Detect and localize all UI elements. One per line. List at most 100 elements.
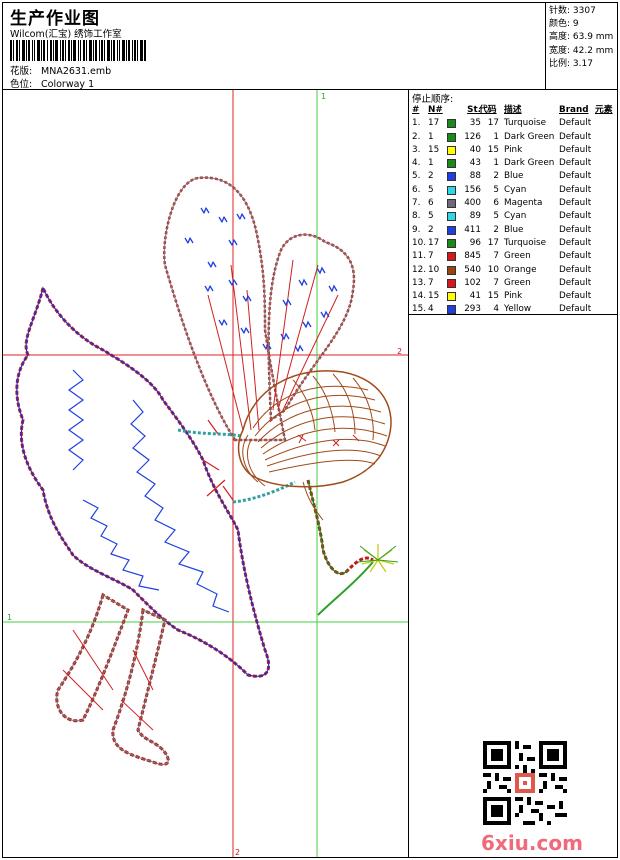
row-idx: 5. [412,171,421,182]
design-scale: 比例: 3.17 [549,58,593,69]
table-row: 14. 15 41 15 Pink Default [409,290,617,303]
row-idx: 12. [412,264,426,275]
row-description: Blue [504,171,524,182]
table-row: 13. 7 102 7 Green Default [409,277,617,290]
row-needle: 10 [428,264,440,275]
barcode-icon [10,40,146,61]
row-idx: 4. [412,158,421,169]
row-code: 10 [487,264,499,275]
table-row: 9. 2 411 2 Blue Default [409,224,617,237]
col-header-element: 元素 [595,105,613,115]
row-description: Green [504,251,531,262]
row-description: Pink [504,291,523,302]
color-swatch [447,119,456,129]
col-header-brand: Brand [559,105,589,115]
color-swatch [447,132,456,142]
row-brand: Default [559,237,592,248]
table-row: 12. 10 540 10 Orange Default [409,264,617,277]
color-swatch [447,159,456,169]
col-header-code: 代码 [479,105,497,115]
row-description: Blue [504,224,524,235]
row-stitches: 96 [469,237,481,248]
row-stitches: 43 [469,158,481,169]
color-swatch [447,199,456,209]
color-swatch [447,172,456,182]
row-stitches: 88 [469,171,481,182]
row-description: Turquoise [504,237,547,248]
table-row: 5. 2 88 2 Blue Default [409,170,617,183]
col-header-st: St. [467,105,481,115]
row-needle: 6 [428,198,434,209]
row-brand: Default [559,264,592,275]
fairy-wing-left [163,176,287,442]
header-info: 生产作业图 Wilcom(汇宝) 绣饰工作室 花版: MNA2631.emb 色… [6,3,544,90]
row-idx: 2. [412,131,421,142]
color-swatch [447,238,456,248]
design-height: 高度: 63.9 mm [549,32,614,43]
top-guide-marker: 1 [321,92,326,101]
row-code: 6 [493,198,499,209]
watermark-text: 6xiu.com [481,831,583,855]
row-idx: 3. [412,144,421,155]
table-row: 2. 1 126 1 Dark Green Default [409,131,617,144]
color-swatch [447,185,456,195]
table-row: 6. 5 156 5 Cyan Default [409,184,617,197]
row-needle: 5 [428,184,434,195]
color-swatch [447,225,456,235]
row-stitches: 126 [464,131,481,142]
row-idx: 7. [412,198,421,209]
row-needle: 17 [428,118,440,129]
row-brand: Default [559,224,592,235]
table-row: 8. 5 89 5 Cyan Default [409,210,617,223]
col-header-n: N# [428,105,443,115]
software-subtitle: Wilcom(汇宝) 绣饰工作室 [10,29,122,40]
row-stitches: 540 [464,264,481,275]
row-description: Magenta [504,198,543,209]
color-swatch [447,212,456,222]
table-header: # N# St. 代码 描述 Brand 元素 [409,104,617,117]
row-brand: Default [559,291,592,302]
row-stitches: 411 [464,224,481,235]
row-code: 17 [487,118,499,129]
row-description: Dark Green [504,158,555,169]
row-description: Pink [504,144,523,155]
row-code: 2 [493,171,499,182]
fairy-legs [55,592,170,766]
color-swatch [447,252,456,262]
row-description: Cyan [504,184,527,195]
qr-code-icon [483,741,567,825]
row-needle: 1 [428,158,434,169]
row-brand: Default [559,251,592,262]
row-stitches: 156 [464,184,481,195]
fairy-hair [237,370,392,521]
fairy-arm-and-stem [177,428,399,616]
design-name-line: 花版: MNA2631.emb [10,63,111,77]
row-stitches: 40 [469,144,481,155]
row-needle: 1 [428,131,434,142]
row-description: Cyan [504,211,527,222]
row-needle: 15 [428,291,440,302]
row-code: 17 [487,237,499,248]
col-header-idx: # [412,105,420,115]
row-brand: Default [559,171,592,182]
row-code: 1 [493,158,499,169]
design-stats: 针数: 3307 颜色: 9 高度: 63.9 mm 宽度: 42.2 mm 比… [545,3,619,89]
row-needle: 2 [428,171,434,182]
fairy-wing-right [267,233,356,423]
design-width: 宽度: 42.2 mm [549,45,614,56]
row-idx: 6. [412,184,421,195]
color-swatch [447,145,456,155]
row-code: 1 [493,131,499,142]
row-needle: 2 [428,224,434,235]
row-brand: Default [559,277,592,288]
table-row: 3. 15 40 15 Pink Default [409,144,617,157]
row-idx: 11. [412,251,426,262]
production-worksheet: 生产作业图 Wilcom(汇宝) 绣饰工作室 花版: MNA2631.emb 色… [2,2,618,858]
table-bottom-rule [409,314,617,315]
stop-sequence-title: 停止顺序: [412,94,454,105]
design-label: 花版: [10,66,33,77]
row-description: Green [504,277,531,288]
row-idx: 10. [412,237,426,248]
row-brand: Default [559,131,592,142]
row-brand: Default [559,198,592,209]
